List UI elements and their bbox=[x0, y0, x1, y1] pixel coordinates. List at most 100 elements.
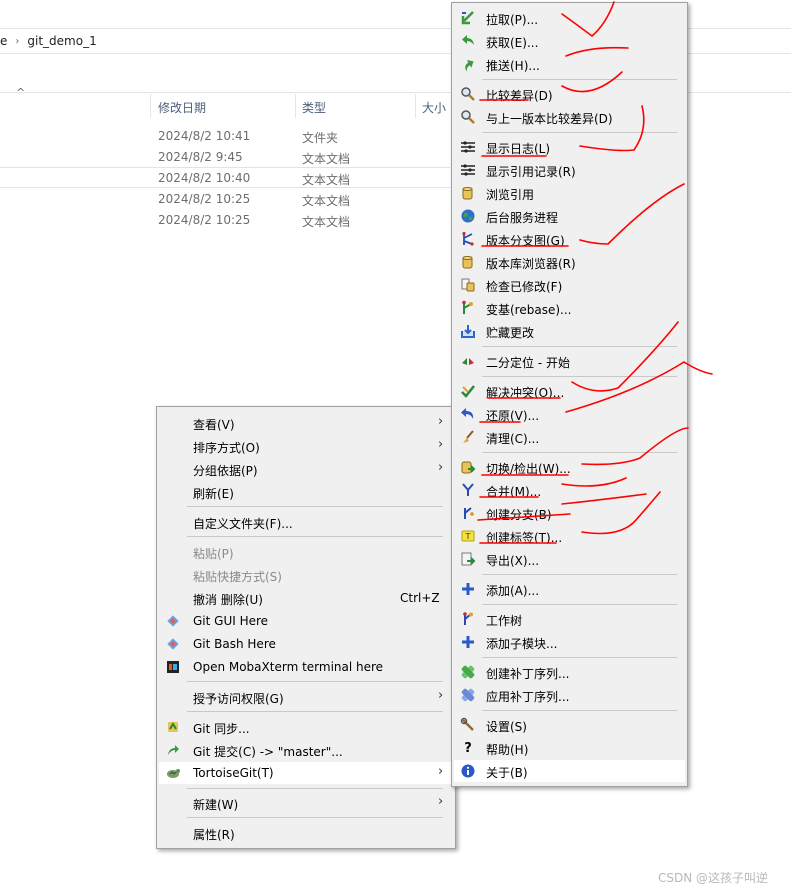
column-header-type[interactable]: 类型 bbox=[302, 96, 326, 118]
menu-item-paste[interactable]: 粘贴(P) bbox=[159, 541, 453, 563]
menu-item-label: 工作树 bbox=[486, 614, 523, 628]
database-icon bbox=[460, 185, 476, 201]
menu-item-resolve[interactable]: 解决冲突(O)... bbox=[454, 380, 685, 402]
menu-item-create-branch[interactable]: 创建分支(B) bbox=[454, 502, 685, 524]
column-header-size[interactable]: 大小 bbox=[422, 96, 446, 118]
sort-up-icon: ^ bbox=[16, 86, 26, 99]
tortoisegit-submenu: 拉取(P)... 获取(E)... 推送(H)... 比较差异(D) 与上一版本… bbox=[451, 2, 688, 787]
menu-item-refresh[interactable]: 刷新(E) bbox=[159, 481, 453, 503]
menu-item-group[interactable]: 分组依据(P) › bbox=[159, 458, 453, 480]
menu-item-export[interactable]: 导出(X)... bbox=[454, 548, 685, 570]
question-mark-icon: ? bbox=[464, 740, 472, 756]
menu-item-mobaxterm[interactable]: Open MobaXterm terminal here bbox=[159, 656, 453, 678]
menu-item-git-commit[interactable]: Git 提交(C) -> "master"... bbox=[159, 739, 453, 761]
file-row-selected[interactable]: 2024/8/2 10:40 文本文档 bbox=[0, 167, 450, 188]
menu-item-browse-refs[interactable]: 浏览引用 bbox=[454, 182, 685, 204]
menu-item-label: Git 同步... bbox=[193, 722, 250, 736]
file-date: 2024/8/2 9:45 bbox=[158, 150, 243, 164]
column-header-date[interactable]: 修改日期 bbox=[158, 96, 206, 118]
menu-item-rebase[interactable]: 变基(rebase)... bbox=[454, 297, 685, 319]
chevron-right-icon: › bbox=[438, 460, 444, 475]
menu-item-create-tag[interactable]: T 创建标签(T)... bbox=[454, 525, 685, 547]
menu-item-stash[interactable]: 贮藏更改 bbox=[454, 320, 685, 342]
column-separator[interactable] bbox=[415, 94, 416, 118]
menu-item-repo-browser[interactable]: 版本库浏览器(R) bbox=[454, 251, 685, 273]
menu-item-label: 添加(A)... bbox=[486, 584, 540, 598]
commit-arrow-icon bbox=[165, 742, 181, 758]
magnifier-icon bbox=[460, 86, 476, 102]
menu-item-switch[interactable]: 切换/检出(W)... bbox=[454, 456, 685, 478]
menu-divider bbox=[482, 657, 677, 658]
menu-item-properties[interactable]: 属性(R) bbox=[159, 822, 453, 844]
column-separator[interactable] bbox=[150, 94, 151, 118]
file-type: 文本文档 bbox=[302, 173, 351, 187]
menu-item-revision-graph[interactable]: 版本分支图(G) bbox=[454, 228, 685, 250]
file-row[interactable]: 2024/8/2 10:41 文件夹 bbox=[0, 126, 450, 147]
menu-item-label: 切换/检出(W)... bbox=[486, 462, 571, 476]
menu-item-label: 获取(E)... bbox=[486, 36, 539, 50]
plus-icon bbox=[460, 634, 476, 650]
menu-item-label: 合并(M)... bbox=[486, 485, 542, 499]
menu-item-label: 设置(S) bbox=[486, 720, 527, 734]
tag-icon: T bbox=[460, 528, 476, 544]
menu-item-bisect[interactable]: 二分定位 - 开始 bbox=[454, 350, 685, 372]
breadcrumb-current[interactable]: git_demo_1 bbox=[27, 34, 96, 48]
menu-item-revert[interactable]: 还原(V)... bbox=[454, 403, 685, 425]
menu-item-add-submodule[interactable]: 添加子模块... bbox=[454, 631, 685, 653]
breadcrumb-prev[interactable]: e bbox=[0, 34, 7, 48]
menu-item-fetch[interactable]: 获取(E)... bbox=[454, 30, 685, 52]
menu-divider bbox=[482, 604, 677, 605]
menu-item-customize[interactable]: 自定义文件夹(F)... bbox=[159, 511, 453, 533]
menu-item-cleanup[interactable]: 清理(C)... bbox=[454, 426, 685, 448]
menu-divider bbox=[187, 506, 443, 507]
menu-item-label: 显示引用记录(R) bbox=[486, 165, 576, 179]
menu-item-help[interactable]: ? 帮助(H) bbox=[454, 737, 685, 759]
file-row[interactable]: 2024/8/2 10:25 文本文档 bbox=[0, 210, 450, 231]
file-date: 2024/8/2 10:25 bbox=[158, 213, 251, 227]
rebase-icon bbox=[460, 300, 476, 316]
file-type: 文本文档 bbox=[302, 152, 351, 166]
pull-arrow-icon bbox=[460, 10, 476, 26]
menu-item-show-log[interactable]: 显示日志(L) bbox=[454, 136, 685, 158]
file-row[interactable]: 2024/8/2 9:45 文本文档 bbox=[0, 147, 450, 168]
menu-item-grant-access[interactable]: 授予访问权限(G) › bbox=[159, 686, 453, 708]
menu-item-check-mods[interactable]: 检查已修改(F) bbox=[454, 274, 685, 296]
menu-item-view[interactable]: 查看(V) › bbox=[159, 412, 453, 434]
menu-item-new[interactable]: 新建(W) › bbox=[159, 792, 453, 814]
menu-item-about[interactable]: 关于(B) bbox=[454, 760, 685, 782]
menu-item-merge[interactable]: 合并(M)... bbox=[454, 479, 685, 501]
menu-item-label: 导出(X)... bbox=[486, 554, 540, 568]
menu-item-git-sync[interactable]: Git 同步... bbox=[159, 716, 453, 738]
patch-icon bbox=[460, 687, 476, 703]
menu-item-label: 后台服务进程 bbox=[486, 211, 559, 225]
column-separator[interactable] bbox=[295, 94, 296, 118]
menu-item-label: Git Bash Here bbox=[193, 637, 276, 651]
menu-item-settings[interactable]: 设置(S) bbox=[454, 714, 685, 736]
menu-item-reflog[interactable]: 显示引用记录(R) bbox=[454, 159, 685, 181]
menu-item-git-bash[interactable]: Git Bash Here bbox=[159, 633, 453, 655]
menu-item-git-gui[interactable]: Git GUI Here bbox=[159, 610, 453, 632]
menu-item-undo[interactable]: 撤消 删除(U) Ctrl+Z bbox=[159, 587, 453, 609]
log-list-icon bbox=[460, 139, 476, 155]
file-type: 文本文档 bbox=[302, 194, 351, 208]
menu-item-apply-patch[interactable]: 应用补丁序列... bbox=[454, 684, 685, 706]
menu-item-label: 变基(rebase)... bbox=[486, 303, 572, 317]
menu-item-create-patch[interactable]: 创建补丁序列... bbox=[454, 661, 685, 683]
menu-item-pull[interactable]: 拉取(P)... bbox=[454, 7, 685, 29]
menu-item-add[interactable]: 添加(A)... bbox=[454, 578, 685, 600]
menu-divider bbox=[482, 710, 677, 711]
menu-item-diff[interactable]: 比较差异(D) bbox=[454, 83, 685, 105]
menu-item-label: 分组依据(P) bbox=[193, 464, 258, 478]
log-list-icon bbox=[460, 162, 476, 178]
menu-item-sort[interactable]: 排序方式(O) › bbox=[159, 435, 453, 457]
menu-item-label: 创建分支(B) bbox=[486, 508, 552, 522]
menu-item-diff-prev[interactable]: 与上一版本比较差异(D) bbox=[454, 106, 685, 128]
file-row[interactable]: 2024/8/2 10:25 文本文档 bbox=[0, 189, 450, 210]
menu-item-daemon[interactable]: 后台服务进程 bbox=[454, 205, 685, 227]
menu-item-label: 授予访问权限(G) bbox=[193, 692, 284, 706]
menu-item-tortoisegit[interactable]: TortoiseGit(T) › bbox=[159, 762, 453, 784]
menu-item-worktree[interactable]: 工作树 bbox=[454, 608, 685, 630]
menu-item-paste-shortcut[interactable]: 粘贴快捷方式(S) bbox=[159, 564, 453, 586]
menu-item-label: 粘贴快捷方式(S) bbox=[193, 570, 282, 584]
menu-item-push[interactable]: 推送(H)... bbox=[454, 53, 685, 75]
